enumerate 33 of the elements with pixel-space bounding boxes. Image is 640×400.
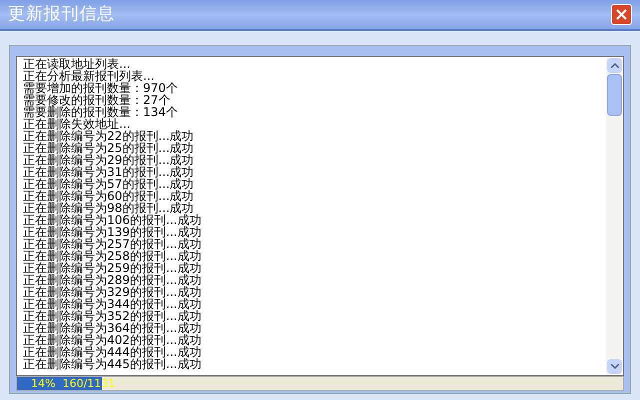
log-line: 需要删除的报刊数量：134个 (23, 106, 178, 118)
log-line: 正在删除编号为29的报刊...成功 (23, 154, 194, 166)
log-line: 正在删除编号为257的报刊...成功 (23, 238, 202, 250)
log-line: 需要增加的报刊数量：970个 (23, 82, 178, 94)
log-line: 正在读取地址列表... (23, 58, 130, 70)
log-line: 正在删除编号为98的报刊...成功 (23, 202, 194, 214)
log-line: 正在删除编号为22的报刊...成功 (23, 130, 194, 142)
log-line: 正在删除编号为402的报刊...成功 (23, 334, 202, 346)
log-line: 正在删除编号为258的报刊...成功 (23, 250, 202, 262)
log-line: 正在删除编号为364的报刊...成功 (23, 322, 202, 334)
close-button[interactable] (611, 4, 632, 25)
log-line: 正在删除编号为352的报刊...成功 (23, 310, 202, 322)
log-line: 正在删除编号为60的报刊...成功 (23, 190, 194, 202)
log-line: 正在分析最新报刊列表... (23, 70, 154, 82)
log-line: 正在删除失效地址... (23, 118, 130, 130)
scroll-down-button[interactable] (607, 359, 622, 374)
log-line: 正在删除编号为139的报刊...成功 (23, 226, 202, 238)
log-line: 正在删除编号为25的报刊...成功 (23, 142, 194, 154)
window-title: 更新报刊信息 (8, 2, 116, 26)
log-line: 正在删除编号为31的报刊...成功 (23, 166, 194, 178)
scrollbar[interactable] (606, 57, 623, 375)
scroll-thumb[interactable] (607, 74, 622, 116)
log-line: 正在删除编号为344的报刊...成功 (23, 298, 202, 310)
log-line: 需要修改的报刊数量：27个 (23, 94, 170, 106)
log-line: 正在删除编号为259的报刊...成功 (23, 262, 202, 274)
close-icon (616, 9, 627, 20)
log-line: 正在删除编号为444的报刊...成功 (23, 346, 202, 358)
log-line: 正在删除编号为106的报刊...成功 (23, 214, 202, 226)
log-line: 正在删除编号为445的报刊...成功 (23, 358, 202, 370)
log-line: 正在删除编号为57的报刊...成功 (23, 178, 194, 190)
log-line: 正在删除编号为289的报刊...成功 (23, 274, 202, 286)
log-line: 正在删除编号为329的报刊...成功 (23, 286, 202, 298)
scroll-up-button[interactable] (607, 58, 622, 73)
